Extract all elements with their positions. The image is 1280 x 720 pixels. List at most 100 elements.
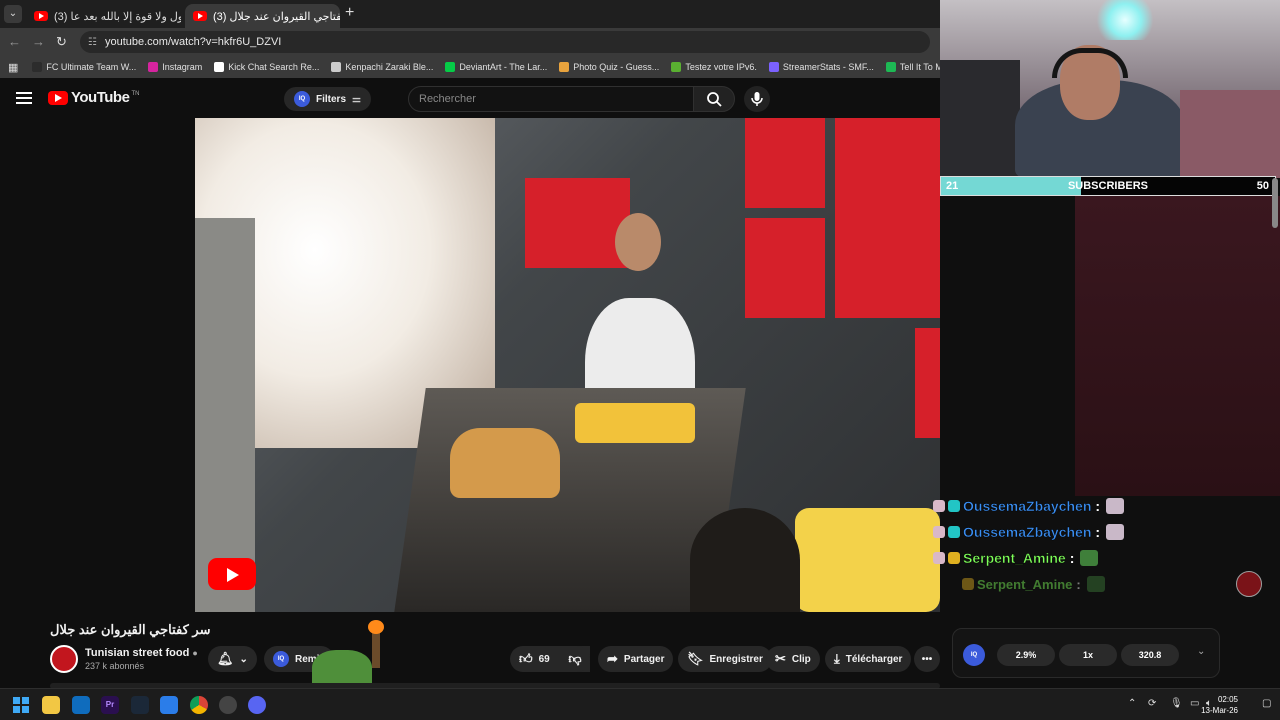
voice-search-button[interactable]: [744, 86, 770, 112]
discord-icon[interactable]: [248, 696, 266, 714]
iq-stat-speed[interactable]: 1x: [1059, 644, 1117, 666]
emote-badge-icon: [933, 552, 945, 564]
site-info-icon[interactable]: ☷: [88, 37, 97, 48]
browser-tab-2[interactable]: (3) سر كفتاجي القيروان عند جلال ✕: [185, 4, 340, 28]
download-icon: ⤓: [834, 651, 840, 666]
thumbs-up-icon: 👍︎: [519, 651, 533, 666]
notifications-icon[interactable]: ▢: [1262, 698, 1271, 709]
vendor-head: [615, 213, 661, 271]
clip-button[interactable]: ✂ Clip: [766, 646, 820, 672]
steam-icon[interactable]: [131, 696, 149, 714]
search-input[interactable]: Rechercher: [408, 86, 694, 112]
more-actions-button[interactable]: •••: [914, 646, 940, 672]
red-tile: [745, 218, 825, 318]
bookmark-label: FC Ultimate Team W...: [46, 62, 137, 72]
red-tile: [745, 118, 825, 208]
bookmark-label: Kick Chat Search Re...: [228, 62, 320, 72]
network-icon[interactable]: ▭: [1190, 698, 1199, 709]
browser-tab-1[interactable]: (3) ولا حول ولا قوة إلا بالله بعد عا ✕: [26, 4, 181, 28]
reload-icon[interactable]: ↻: [56, 34, 67, 50]
save-label: Enregistrer: [709, 653, 763, 665]
chat-message-fading: Serpent_Amine :: [962, 574, 1105, 594]
bookmark-label: Testez votre IPv6.: [685, 62, 757, 72]
forward-arrow-icon[interactable]: →: [32, 34, 45, 49]
iq-extension-icon: IQ: [294, 91, 310, 107]
video-frame[interactable]: [195, 118, 940, 612]
bookmark-label: Photo Quiz - Guess...: [573, 62, 660, 72]
bookmark-item[interactable]: Tell It To My Heart -...: [885, 62, 940, 72]
chat-separator: :: [1095, 498, 1101, 514]
bookmark-item[interactable]: FC Ultimate Team W...: [32, 62, 136, 72]
clip-label: Clip: [791, 653, 811, 665]
save-button[interactable]: 🔖︎ Enregistrer: [678, 646, 772, 672]
iq-extension-icon: IQ: [273, 651, 289, 667]
bookmark-label: Kenpachi Zaraki Ble...: [345, 62, 434, 72]
bookmark-item[interactable]: Kick Chat Search Re...: [214, 62, 319, 72]
notifications-button[interactable]: 🔔︎ ⌄: [208, 646, 257, 672]
file-explorer-icon[interactable]: [42, 696, 60, 714]
room-background: [1075, 196, 1280, 496]
tab-search-button[interactable]: ⌄: [4, 5, 22, 23]
kafteji-sandwich: [450, 428, 560, 498]
video-player[interactable]: [0, 118, 940, 612]
premiere-pro-icon[interactable]: Pr: [101, 696, 119, 714]
crown-badge-icon: [948, 552, 960, 564]
bookmark-label: StreamerStats - SMF...: [782, 62, 874, 72]
chat-separator: :: [1069, 550, 1075, 566]
iq-stat-value[interactable]: 320.8: [1121, 644, 1179, 666]
bookmark-item[interactable]: Instagram: [148, 62, 202, 72]
youtube-favicon-icon: [34, 11, 48, 21]
filters-button[interactable]: IQ Filters ⚌: [284, 87, 371, 111]
youtube-wordmark: YouTube: [71, 89, 130, 106]
back-arrow-icon[interactable]: ←: [8, 34, 21, 49]
obs-icon[interactable]: [219, 696, 237, 714]
headset-icon: [1052, 48, 1128, 78]
windows-start-icon[interactable]: [12, 696, 30, 714]
menu-hamburger-icon[interactable]: [16, 92, 32, 104]
bookmark-favicon-icon: [445, 62, 456, 72]
outlook-icon[interactable]: [72, 696, 90, 714]
download-button[interactable]: ⤓ Télécharger: [825, 646, 912, 672]
bookmark-item[interactable]: Testez votre IPv6.: [671, 62, 757, 72]
chair: [940, 60, 1020, 178]
scissors-icon: ✂: [775, 651, 786, 666]
scrollbar-thumb[interactable]: [1272, 178, 1278, 228]
youtube-play-button[interactable]: [208, 558, 256, 590]
oil-vat: [690, 508, 800, 612]
search-icon: [707, 92, 722, 107]
bookmark-item[interactable]: Photo Quiz - Guess...: [559, 62, 659, 72]
microphone-tray-icon[interactable]: 🎙︎: [1170, 698, 1183, 709]
channel-name-text: Tunisian street food: [85, 647, 190, 659]
youtube-logo[interactable]: YouTube TN: [48, 89, 139, 106]
battlenet-icon[interactable]: [160, 696, 178, 714]
iq-stat-percent[interactable]: 2.9%: [997, 644, 1055, 666]
sync-icon[interactable]: ⟳: [1148, 698, 1156, 709]
bookmarks-bar: ▦ FC Ultimate Team W... Instagram Kick Cha…: [0, 56, 940, 78]
search-button[interactable]: [693, 86, 735, 112]
share-button[interactable]: ➦ Partager: [598, 646, 674, 672]
bookmark-favicon-icon: [671, 62, 682, 72]
chevron-up-icon[interactable]: ⌃: [1128, 698, 1136, 709]
mod-badge-icon: [948, 526, 960, 538]
chevron-down-icon[interactable]: ⌄: [1197, 646, 1205, 657]
frog-emote-icon: [1080, 550, 1099, 566]
bell-icon: 🔔︎: [217, 651, 234, 666]
bookmark-item[interactable]: DeviantArt - The Lar...: [445, 62, 547, 72]
channel-name[interactable]: Tunisian street food ●: [85, 647, 198, 659]
bookmark-item[interactable]: Kenpachi Zaraki Ble...: [331, 62, 433, 72]
channel-avatar[interactable]: [50, 645, 78, 673]
chat-separator: :: [1095, 524, 1101, 540]
dislike-button[interactable]: 👎︎: [560, 646, 590, 672]
cat-emote-icon: [1106, 524, 1125, 540]
red-tile: [915, 328, 940, 438]
bookmark-item[interactable]: StreamerStats - SMF...: [768, 62, 874, 72]
apps-grid-icon[interactable]: ▦: [8, 61, 18, 74]
system-clock[interactable]: 02:05 13-Mar-26: [1201, 694, 1238, 716]
address-toolbar: ← → ↻ ☷ youtube.com/watch?v=hkfr6U_DZVI: [0, 28, 940, 56]
mod-badge-icon: [948, 500, 960, 512]
chevron-down-icon: ⌄: [239, 653, 248, 665]
new-tab-button[interactable]: +: [345, 4, 354, 22]
red-tile: [835, 118, 940, 318]
chrome-icon[interactable]: [190, 696, 208, 714]
url-field[interactable]: ☷ youtube.com/watch?v=hkfr6U_DZVI: [80, 31, 930, 53]
